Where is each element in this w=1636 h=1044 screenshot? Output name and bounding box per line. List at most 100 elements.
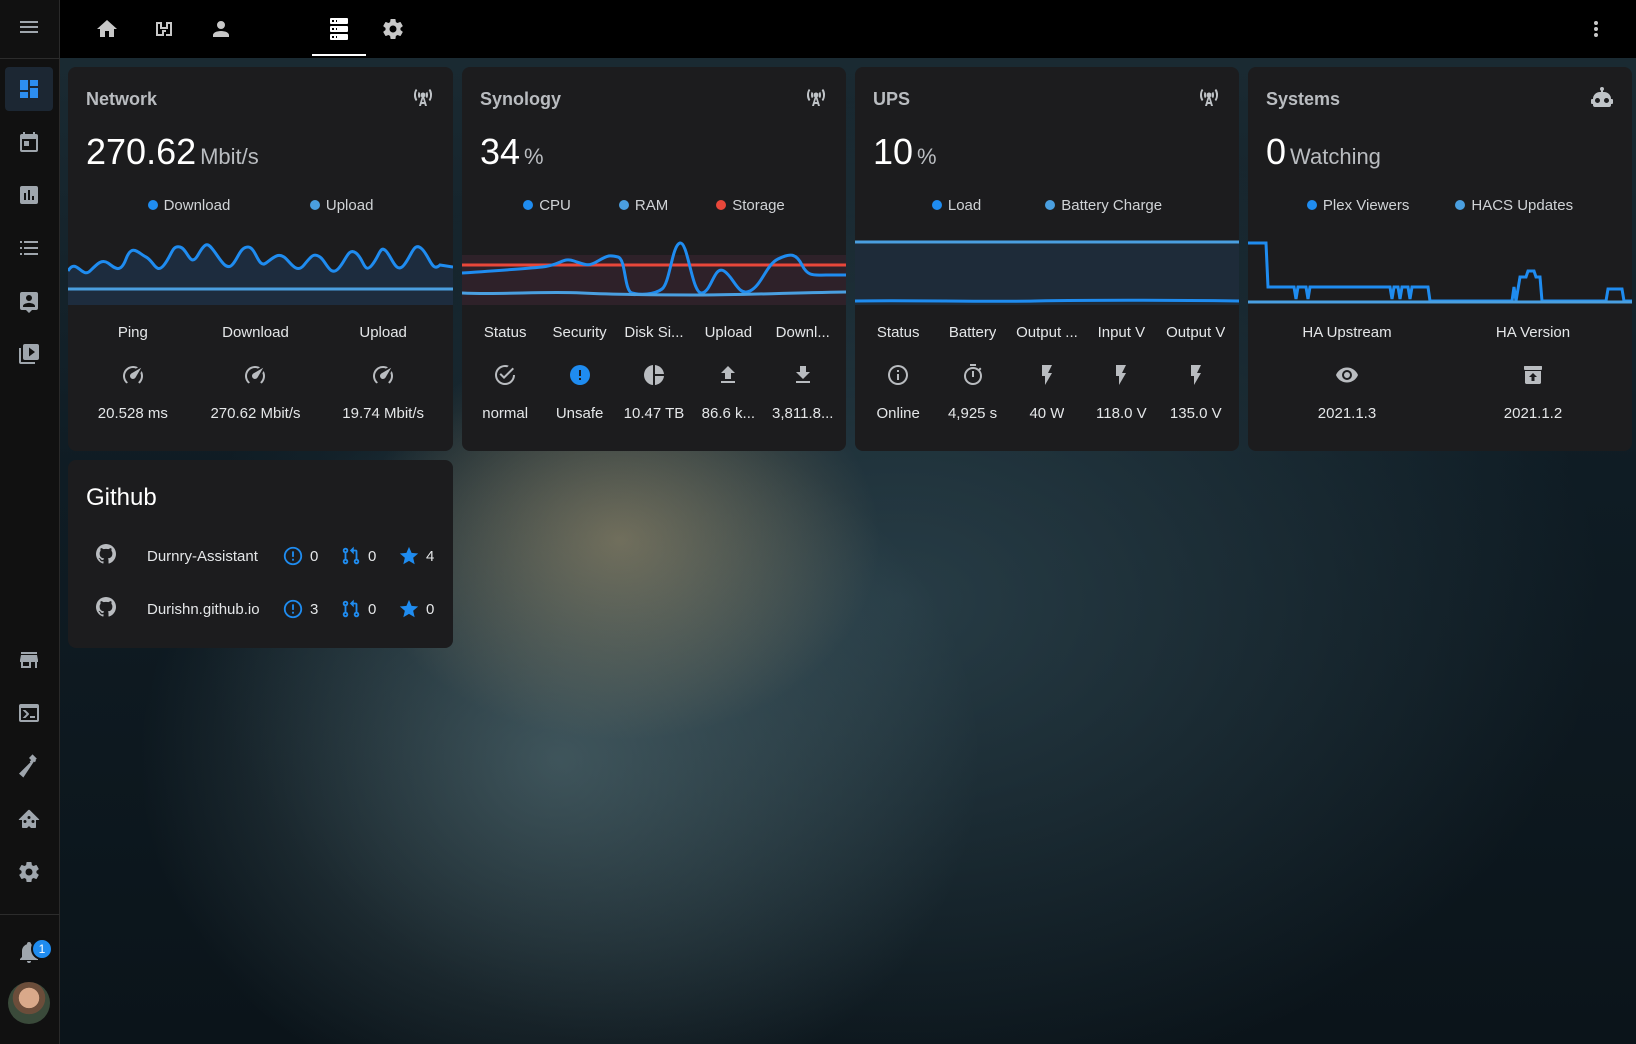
github-card[interactable]: Github Durnry-Assistant 0 0 4 Durishn.gi… bbox=[68, 460, 453, 648]
antenna-icon bbox=[411, 85, 435, 109]
flash-icon bbox=[1184, 363, 1208, 387]
issues-count[interactable]: 3 bbox=[282, 598, 318, 620]
repo-name[interactable]: Durnry-Assistant bbox=[147, 548, 258, 565]
ups-card[interactable]: UPS 10% Load Battery Charge Status Onlin… bbox=[855, 67, 1239, 451]
graph-legend: CPU RAM Storage bbox=[462, 197, 846, 214]
download-icon bbox=[791, 363, 815, 387]
legend-storage[interactable]: Storage bbox=[716, 197, 785, 214]
stat-output-voltage[interactable]: Output V 135.0 V bbox=[1161, 323, 1231, 422]
stars-count[interactable]: 4 bbox=[398, 545, 434, 567]
alert-circle-icon bbox=[568, 363, 592, 387]
stat-status[interactable]: Status Online bbox=[863, 323, 933, 422]
issues-count[interactable]: 0 bbox=[282, 545, 318, 567]
tab-server[interactable] bbox=[312, 0, 366, 58]
sidebar-item-configuration[interactable] bbox=[5, 850, 53, 894]
synology-value: 34% bbox=[480, 131, 544, 172]
cog-icon bbox=[19, 861, 39, 882]
console-icon bbox=[19, 704, 39, 722]
speedometer-icon bbox=[243, 363, 267, 387]
stat-disk-size[interactable]: Disk Si... 10.47 TB bbox=[619, 323, 689, 422]
systems-value: 0 Watching bbox=[1266, 131, 1381, 172]
hammer-icon bbox=[19, 754, 37, 778]
pull-request-icon bbox=[340, 545, 362, 567]
repo-row[interactable]: Durishn.github.io 3 0 0 bbox=[68, 595, 453, 623]
chart-pie-icon bbox=[642, 363, 666, 387]
legend-ram[interactable]: RAM bbox=[618, 197, 668, 214]
repo-row[interactable]: Durnry-Assistant 0 0 4 bbox=[68, 542, 453, 570]
stat-download[interactable]: Download 270.62 Mbit/s bbox=[200, 323, 310, 422]
sidebar-item-media[interactable] bbox=[5, 332, 53, 376]
repo-name[interactable]: Durishn.github.io bbox=[147, 601, 260, 618]
tab-home[interactable] bbox=[80, 0, 134, 58]
menu-button[interactable] bbox=[5, 5, 53, 49]
graph-legend: Load Battery Charge bbox=[855, 197, 1239, 214]
top-bar bbox=[60, 0, 1636, 58]
network-graph bbox=[68, 243, 453, 305]
stat-upload[interactable]: Upload 86.6 k... bbox=[693, 323, 763, 422]
list-icon bbox=[20, 241, 38, 255]
stat-security[interactable]: Security Unsafe bbox=[545, 323, 615, 422]
legend-download[interactable]: Download bbox=[147, 197, 230, 214]
issue-icon bbox=[282, 598, 304, 620]
legend-hacs-updates[interactable]: HACS Updates bbox=[1455, 197, 1573, 214]
legend-load[interactable]: Load bbox=[931, 197, 981, 214]
speedometer-icon bbox=[371, 363, 395, 387]
stat-ha-upstream[interactable]: HA Upstream 2021.1.3 bbox=[1287, 323, 1407, 422]
legend-cpu[interactable]: CPU bbox=[523, 197, 571, 214]
store-icon bbox=[20, 652, 38, 668]
stat-status[interactable]: Status normal bbox=[470, 323, 540, 422]
systems-card[interactable]: Systems 0 Watching Plex Viewers HACS Upda… bbox=[1248, 67, 1632, 451]
stat-ping[interactable]: Ping 20.528 ms bbox=[83, 323, 183, 422]
legend-plex-viewers[interactable]: Plex Viewers bbox=[1306, 197, 1409, 214]
sidebar-item-supervisor[interactable] bbox=[5, 797, 53, 841]
ups-value: 10% bbox=[873, 131, 937, 172]
stat-output-power[interactable]: Output ... 40 W bbox=[1012, 323, 1082, 422]
avatar[interactable] bbox=[8, 982, 50, 1024]
stat-input-voltage[interactable]: Input V 118.0 V bbox=[1086, 323, 1156, 422]
pull-requests-count[interactable]: 0 bbox=[340, 598, 376, 620]
ups-stats: Status Online Battery 4,925 s Output ...… bbox=[855, 323, 1239, 422]
sidebar-item-terminal[interactable] bbox=[5, 691, 53, 735]
tab-settings[interactable] bbox=[366, 0, 420, 58]
github-icon bbox=[94, 595, 118, 623]
floor-plan-icon bbox=[156, 22, 172, 36]
sidebar-item-history[interactable] bbox=[5, 173, 53, 217]
card-title: Github bbox=[86, 484, 157, 511]
issue-icon bbox=[282, 545, 304, 567]
sidebar-item-hacs[interactable] bbox=[5, 638, 53, 682]
sidebar-item-calendar[interactable] bbox=[5, 120, 53, 164]
sidebar-item-logbook[interactable] bbox=[5, 226, 53, 270]
card-title: Systems bbox=[1266, 89, 1341, 109]
synology-graph bbox=[462, 241, 846, 305]
network-card[interactable]: Network 270.62 Mbit/s Download Upload Pin… bbox=[68, 67, 453, 451]
systems-graph bbox=[1248, 241, 1632, 304]
legend-battery-charge[interactable]: Battery Charge bbox=[1045, 197, 1162, 214]
sidebar-item-developer-tools[interactable] bbox=[5, 744, 53, 788]
tab-person[interactable] bbox=[194, 0, 248, 58]
information-outline-icon bbox=[886, 363, 910, 387]
speedometer-icon bbox=[121, 363, 145, 387]
active-tab-indicator bbox=[312, 54, 366, 56]
sidebar-item-overview[interactable] bbox=[5, 67, 53, 111]
legend-upload[interactable]: Upload bbox=[309, 197, 373, 214]
dashboard-icon bbox=[20, 80, 38, 98]
notification-badge: 1 bbox=[31, 938, 53, 960]
server-icon bbox=[330, 18, 348, 40]
chart-box-icon bbox=[20, 186, 38, 204]
pull-requests-count[interactable]: 0 bbox=[340, 545, 376, 567]
synology-card[interactable]: Synology 34% CPU RAM Storage Status norm… bbox=[462, 67, 846, 451]
stat-ha-version[interactable]: HA Version 2021.1.2 bbox=[1473, 323, 1593, 422]
pull-request-icon bbox=[340, 598, 362, 620]
stat-battery[interactable]: Battery 4,925 s bbox=[938, 323, 1008, 422]
graph-legend: Plex Viewers HACS Updates bbox=[1248, 197, 1632, 214]
github-icon bbox=[94, 542, 118, 570]
tab-floorplan[interactable] bbox=[137, 0, 191, 58]
stat-download[interactable]: Downl... 3,811.8... bbox=[768, 323, 838, 422]
timer-outline-icon bbox=[961, 363, 985, 387]
overflow-menu-button[interactable] bbox=[1569, 0, 1623, 58]
sidebar-item-map[interactable] bbox=[5, 279, 53, 323]
stat-upload[interactable]: Upload 19.74 Mbit/s bbox=[328, 323, 438, 422]
card-title: Synology bbox=[480, 89, 562, 109]
stars-count[interactable]: 0 bbox=[398, 598, 434, 620]
antenna-icon bbox=[1197, 85, 1221, 109]
